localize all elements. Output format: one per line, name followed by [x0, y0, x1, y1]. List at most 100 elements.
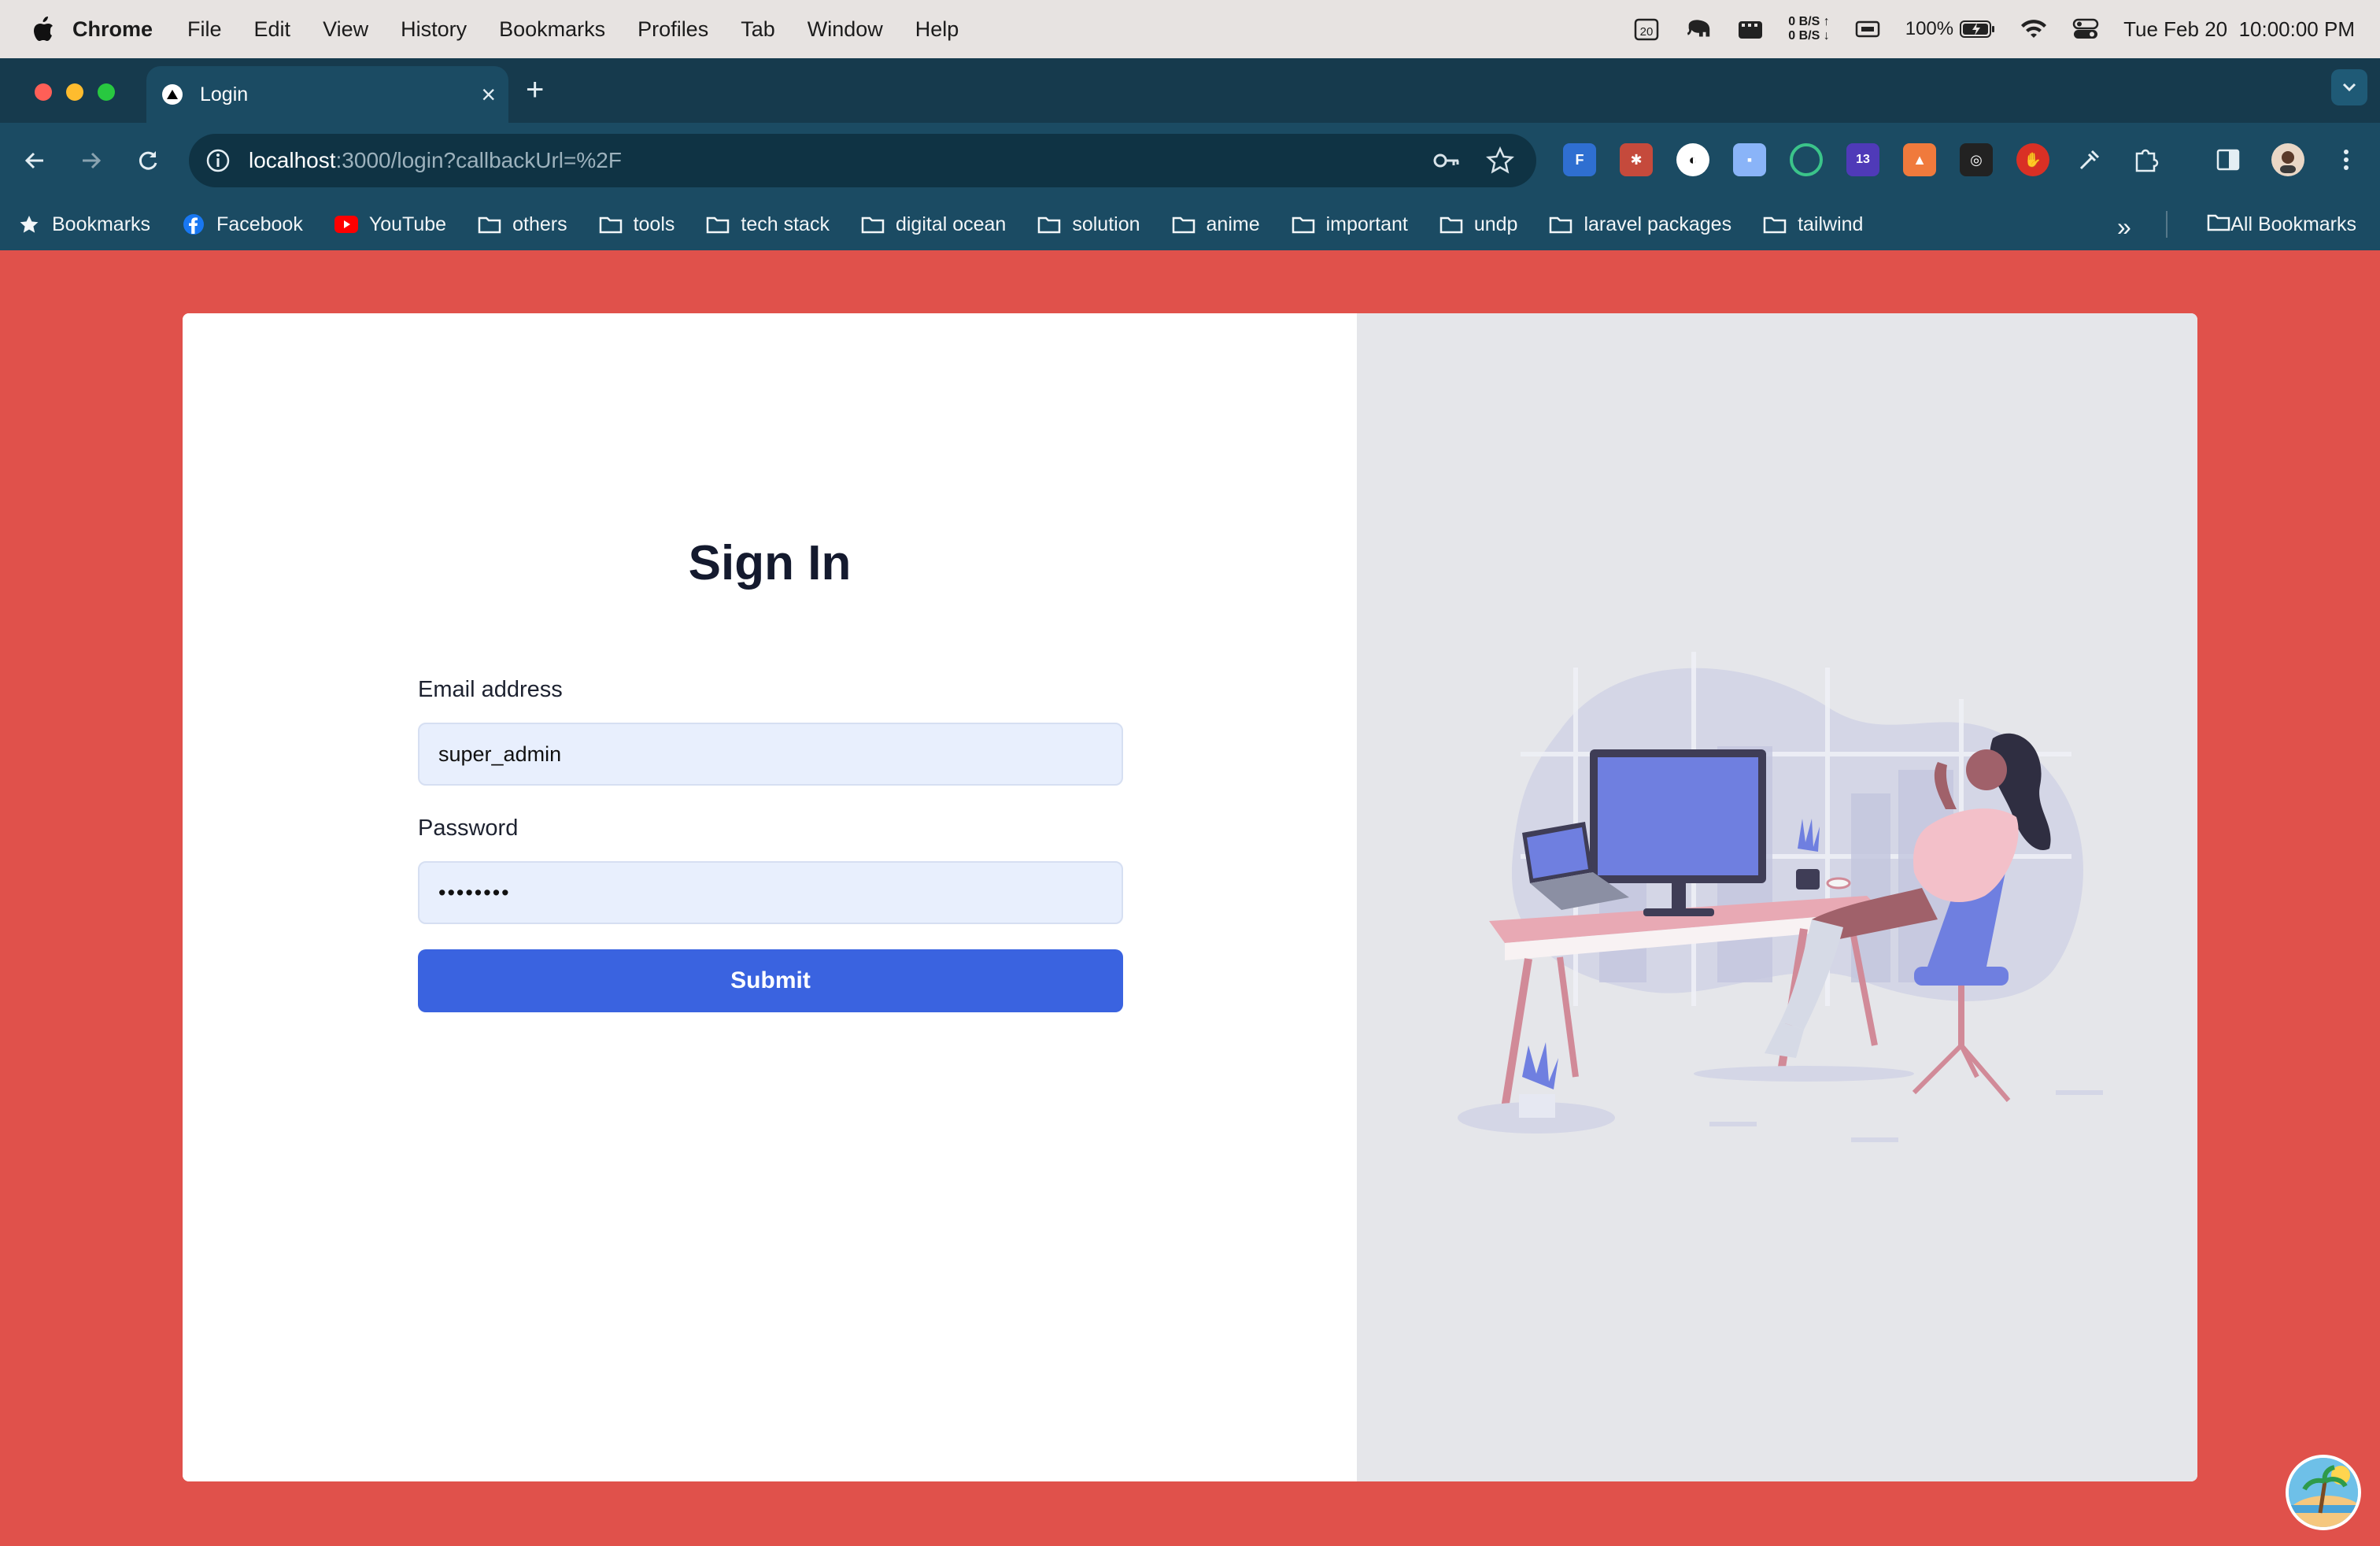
bookmark-folder-important[interactable]: important — [1292, 213, 1408, 236]
browser-toolbar: localhost:3000/login?callbackUrl=%2F F ✱… — [0, 123, 2380, 198]
calendar-icon[interactable]: 20 — [1632, 17, 1661, 41]
chrome-menu-icon[interactable] — [2330, 143, 2363, 176]
tab-title: Login — [200, 83, 249, 105]
folder-icon — [1439, 214, 1463, 235]
folder-icon — [478, 214, 501, 235]
menu-bookmarks[interactable]: Bookmarks — [499, 17, 605, 42]
extension-dropper-icon[interactable]: ▪ — [1733, 143, 1766, 176]
extension-glasses-icon[interactable]: ◎ — [1960, 143, 1993, 176]
menu-app-chrome[interactable]: Chrome — [72, 17, 153, 42]
close-window-button[interactable] — [35, 83, 52, 101]
submit-button[interactable]: Submit — [418, 949, 1123, 1012]
chevron-down-icon — [2342, 83, 2356, 92]
bookmark-folder-solution[interactable]: solution — [1037, 213, 1140, 236]
password-label: Password — [418, 816, 519, 841]
omnibox-actions — [1432, 146, 1514, 175]
tab-close-icon[interactable]: × — [481, 80, 496, 109]
bookmark-label: tailwind — [1798, 213, 1864, 235]
elephant-icon[interactable] — [1684, 17, 1713, 41]
bookmark-facebook[interactable]: Facebook — [182, 213, 303, 236]
reload-icon — [139, 151, 157, 170]
floor-cactus — [1458, 1042, 1615, 1134]
arrow-right-icon — [83, 152, 102, 169]
folder-icon — [861, 214, 885, 235]
floor-shadow — [1694, 1066, 1914, 1082]
menu-profiles[interactable]: Profiles — [638, 17, 708, 42]
address-bar[interactable]: localhost:3000/login?callbackUrl=%2F — [189, 134, 1536, 187]
extension-f-icon[interactable]: F — [1563, 143, 1596, 176]
bookmark-folder-tailwind[interactable]: tailwind — [1763, 213, 1863, 236]
menu-tab[interactable]: Tab — [741, 17, 775, 42]
bookmarks-divider — [2166, 211, 2168, 238]
bookmark-folder-others[interactable]: others — [478, 213, 567, 236]
bookmark-folder-digital-ocean[interactable]: digital ocean — [861, 213, 1006, 236]
extension-target-icon[interactable] — [1790, 143, 1823, 176]
menu-history[interactable]: History — [401, 17, 467, 42]
bookmark-folder-anime[interactable]: anime — [1172, 213, 1260, 236]
folder-icon — [1763, 214, 1787, 235]
bookmark-folder-undp[interactable]: undp — [1439, 213, 1517, 236]
bookmark-folder-tech-stack[interactable]: tech stack — [706, 213, 830, 236]
network-speed: 0 B/S ↑ 0 B/S ↓ — [1788, 15, 1829, 43]
keyboard-icon[interactable] — [1853, 17, 1882, 41]
menu-window[interactable]: Window — [808, 17, 883, 42]
bookmark-folder-tools[interactable]: tools — [599, 213, 675, 236]
star-icon[interactable] — [1486, 146, 1514, 175]
coffee-cup — [1826, 877, 1851, 890]
bookmark-label: tools — [633, 213, 675, 235]
tab-strip: Login × + — [0, 58, 2380, 123]
extension-hand-icon[interactable]: ✋ — [2016, 143, 2049, 176]
page-title: Sign In — [688, 536, 852, 590]
site-info-icon[interactable] — [205, 147, 231, 174]
bookmarks-bar: Bookmarks Facebook YouTube others tools … — [0, 198, 2380, 250]
eyedropper-icon[interactable] — [2073, 143, 2106, 176]
bookmark-label: laravel packages — [1584, 213, 1732, 235]
extensions-puzzle-icon[interactable] — [2130, 143, 2163, 176]
star-filled-icon — [17, 214, 41, 235]
tab-search-button[interactable] — [2331, 69, 2367, 105]
email-field[interactable]: super_admin — [418, 723, 1123, 786]
floating-island-widget-icon[interactable] — [2286, 1455, 2361, 1530]
forward-button[interactable] — [72, 142, 110, 179]
battery-status[interactable]: 100% — [1905, 18, 1996, 40]
bookmark-youtube[interactable]: YouTube — [334, 213, 446, 236]
clapper-icon[interactable] — [1736, 17, 1765, 41]
new-tab-button[interactable]: + — [526, 72, 544, 108]
arrow-left-icon — [24, 152, 43, 169]
all-bookmarks-button[interactable]: All Bookmarks — [2207, 198, 2356, 250]
extension-clock-icon[interactable]: ◐ — [1676, 143, 1709, 176]
folder-icon — [2207, 213, 2230, 237]
menu-help[interactable]: Help — [915, 17, 959, 42]
workspace-illustration — [1458, 652, 2103, 1142]
extension-paw-icon[interactable]: ✱ — [1620, 143, 1653, 176]
url-host: localhost — [249, 148, 336, 172]
menubar-datetime[interactable]: Tue Feb 20 10:00:00 PM — [2123, 17, 2355, 42]
extension-badge: 13 — [1856, 153, 1870, 166]
bookmarks-overflow-chevron-icon[interactable]: » — [2117, 213, 2131, 242]
apple-icon[interactable] — [31, 16, 55, 43]
login-form-pane: Sign In Email address super_admin Passwo… — [183, 313, 1357, 1481]
bookmark-label: Facebook — [216, 213, 303, 235]
minimize-window-button[interactable] — [66, 83, 83, 101]
wifi-icon[interactable] — [2020, 17, 2048, 41]
all-bookmarks-label: All Bookmarks — [2230, 213, 2356, 235]
password-field[interactable]: •••••••• — [418, 861, 1123, 924]
side-panel-icon[interactable] — [2212, 143, 2245, 176]
reload-button[interactable] — [129, 142, 167, 179]
menu-view[interactable]: View — [323, 17, 368, 42]
bookmark-folder-laravel-packages[interactable]: laravel packages — [1549, 213, 1731, 236]
bookmark-label: others — [512, 213, 567, 235]
folder-icon — [1037, 214, 1061, 235]
extension-cap-icon[interactable]: 13 — [1846, 143, 1879, 176]
menu-file[interactable]: File — [187, 17, 222, 42]
profile-avatar[interactable] — [2271, 143, 2304, 176]
bookmark-bookmarks[interactable]: Bookmarks — [17, 213, 150, 236]
key-icon[interactable] — [1432, 146, 1461, 175]
tab-login[interactable]: Login × — [146, 66, 508, 123]
zoom-window-button[interactable] — [98, 83, 115, 101]
control-center-icon[interactable] — [2071, 17, 2100, 41]
menu-edit[interactable]: Edit — [254, 17, 291, 42]
bookmark-label: tech stack — [741, 213, 830, 235]
back-button[interactable] — [16, 142, 54, 179]
extension-fire-icon[interactable]: ▲ — [1903, 143, 1936, 176]
